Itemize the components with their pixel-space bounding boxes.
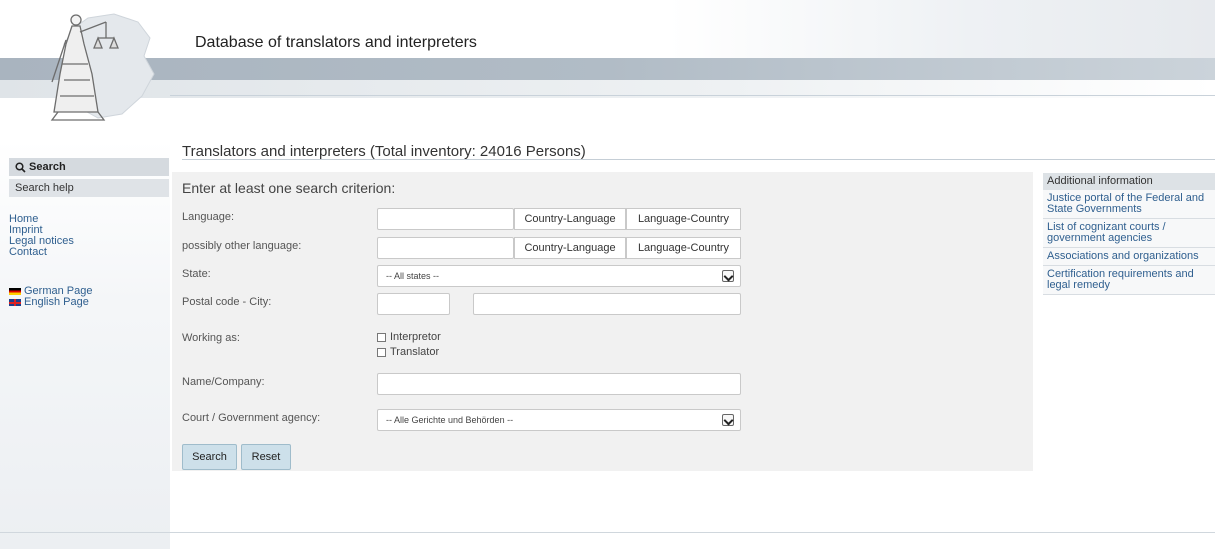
working-as-label: Working as: (182, 332, 240, 344)
english-page-label: English Page (24, 296, 89, 308)
interpretor-option[interactable]: Interpretor (377, 331, 441, 343)
footer-divider (0, 532, 1215, 533)
english-page-link[interactable]: English Page (9, 297, 92, 308)
sidebar-item-search[interactable]: Search (9, 158, 169, 176)
other-language-country-language-button[interactable]: Country-Language (514, 237, 626, 259)
sidebar-links: Home Imprint Legal notices Contact (9, 214, 74, 258)
city-input[interactable] (473, 293, 741, 315)
language-links: German Page English Page (9, 286, 92, 308)
court-select-value: -- Alle Gerichte und Behörden -- (386, 415, 514, 425)
name-company-input[interactable] (377, 373, 741, 395)
chevron-down-icon (722, 414, 734, 426)
german-flag-icon (9, 288, 21, 295)
page: Database of translators and interpreters… (0, 0, 1215, 549)
title-divider (182, 159, 1215, 160)
additional-information-panel: Additional information Justice portal of… (1043, 173, 1215, 295)
translator-checkbox[interactable] (377, 347, 386, 357)
language-country-language-button[interactable]: Country-Language (514, 208, 626, 230)
translator-label: Translator (390, 346, 440, 358)
court-label: Court / Government agency: (182, 412, 321, 424)
other-language-input[interactable] (377, 237, 514, 259)
state-select[interactable]: -- All states -- (377, 265, 741, 287)
postal-code-input[interactable] (377, 293, 450, 315)
site-title: Database of translators and interpreters (195, 34, 477, 51)
translator-option[interactable]: Translator (377, 346, 439, 358)
additional-information-heading: Additional information (1043, 173, 1215, 190)
header-divider (170, 95, 1215, 96)
interpretor-label: Interpretor (390, 331, 441, 343)
uk-flag-icon (9, 299, 21, 306)
language-language-country-button[interactable]: Language-Country (626, 208, 741, 230)
court-select[interactable]: -- Alle Gerichte und Behörden -- (377, 409, 741, 431)
interpretor-checkbox[interactable] (377, 332, 386, 342)
state-select-value: -- All states -- (386, 271, 440, 281)
page-title: Translators and interpreters (Total inve… (182, 143, 586, 160)
justice-portal-link[interactable]: Justice portal of the Federal and State … (1043, 190, 1215, 219)
other-language-language-country-button[interactable]: Language-Country (626, 237, 741, 259)
language-input[interactable] (377, 208, 514, 230)
header-bar (0, 58, 1215, 80)
search-criterion-heading: Enter at least one search criterion: (182, 180, 396, 196)
postal-code-label: Postal code - City: (182, 296, 272, 308)
justitia-germany-map-logo-icon (50, 13, 155, 121)
cognizant-courts-link[interactable]: List of cognizant courts / government ag… (1043, 219, 1215, 248)
search-button[interactable]: Search (182, 444, 237, 470)
sidebar-item-label: Search (29, 161, 66, 173)
contact-link[interactable]: Contact (9, 247, 74, 258)
name-company-label: Name/Company: (182, 376, 265, 388)
associations-link[interactable]: Associations and organizations (1043, 248, 1215, 266)
sidebar-background (0, 140, 170, 549)
magnifier-icon (15, 161, 26, 173)
other-language-label: possibly other language: (182, 240, 302, 252)
language-label: Language: (182, 211, 234, 223)
header-background (0, 0, 1215, 58)
state-label: State: (182, 268, 211, 280)
chevron-down-icon (722, 270, 734, 282)
reset-button[interactable]: Reset (241, 444, 291, 470)
sidebar-item-search-help[interactable]: Search help (9, 179, 169, 197)
certification-requirements-link[interactable]: Certification requirements and legal rem… (1043, 266, 1215, 295)
